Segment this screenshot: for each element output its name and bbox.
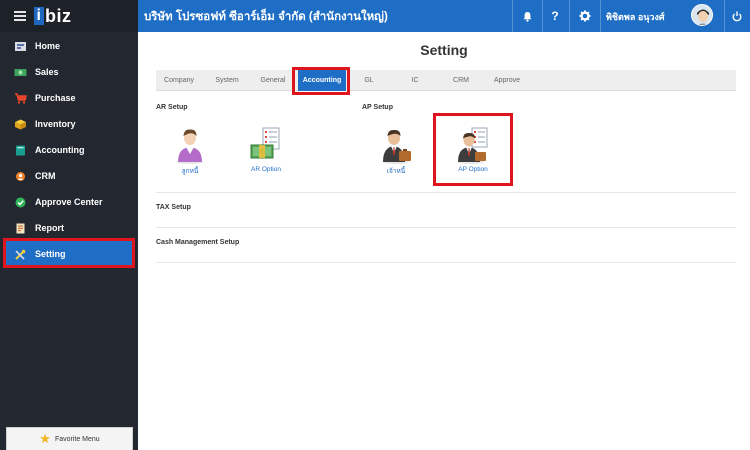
help-icon[interactable]: ? xyxy=(545,6,565,26)
sidebar-item-inventory[interactable]: Inventory xyxy=(0,111,138,137)
sales-icon xyxy=(14,67,27,78)
sidebar-menu: Home Sales Purchase Inventory Accounting… xyxy=(0,33,138,267)
favorite-menu-label: Favorite Menu xyxy=(54,435,100,443)
cart-icon xyxy=(14,92,27,104)
company-name[interactable]: บริษัท โปรซอฟท์ ซีอาร์เอ็ม จำกัด (สำนักง… xyxy=(144,8,388,26)
tile-label: AR Option xyxy=(251,166,281,173)
app-window: i biz Home Sales Purchase Inventory Acco… xyxy=(0,0,750,450)
sidebar-item-label: CRM xyxy=(35,171,56,181)
main-content: Setting Company System General Accountin… xyxy=(138,32,750,450)
sidebar-item-label: Purchase xyxy=(35,93,76,103)
ar-setup-title: AR Setup xyxy=(156,104,188,111)
sidebar-item-accounting[interactable]: Accounting xyxy=(0,137,138,163)
setting-highlight-frame xyxy=(3,238,135,268)
divider xyxy=(542,0,543,32)
home-icon xyxy=(14,41,27,52)
check-circle-icon xyxy=(14,197,27,208)
sidebar-item-sales[interactable]: Sales xyxy=(0,59,138,85)
report-icon xyxy=(14,223,27,234)
crm-icon xyxy=(14,171,27,182)
divider xyxy=(724,0,725,32)
tile-label: ลูกหนี้ xyxy=(181,168,199,175)
tab-general[interactable]: General xyxy=(250,70,296,91)
favorite-menu-button[interactable]: ★ Favorite Menu xyxy=(6,427,133,450)
page-title: Setting xyxy=(420,42,468,58)
tile-ar-option[interactable]: AR Option xyxy=(238,126,294,173)
sidebar-item-label: Accounting xyxy=(35,145,85,155)
tax-setup-title: TAX Setup xyxy=(156,204,191,211)
sidebar-item-approve-center[interactable]: Approve Center xyxy=(0,189,138,215)
divider xyxy=(600,0,601,32)
sidebar-item-label: Home xyxy=(35,41,61,51)
tile-label: เจ้าหนี้ xyxy=(386,168,406,175)
tab-ic[interactable]: IC xyxy=(392,70,438,91)
user-name[interactable]: พิชิตพล อนุวงศ์ xyxy=(606,10,665,24)
sidebar-item-label: Inventory xyxy=(35,119,76,129)
debtor-person-icon xyxy=(172,126,208,164)
sidebar-item-label: Approve Center xyxy=(35,197,103,207)
ibiz-logo[interactable]: i biz xyxy=(34,6,72,27)
sidebar-item-purchase[interactable]: Purchase xyxy=(0,85,138,111)
sidebar-item-label: Report xyxy=(35,223,64,233)
ap-setup-title: AP Setup xyxy=(362,104,393,111)
tile-debtor[interactable]: ลูกหนี้ xyxy=(162,126,218,176)
star-icon: ★ xyxy=(39,431,51,446)
tile-creditor[interactable]: เจ้าหนี้ xyxy=(368,126,424,176)
gear-icon[interactable] xyxy=(575,6,595,26)
money-checklist-icon xyxy=(248,126,284,164)
power-icon[interactable] xyxy=(727,6,747,26)
section-divider xyxy=(156,262,736,263)
bell-icon[interactable] xyxy=(517,6,537,26)
tab-approve[interactable]: Approve xyxy=(484,70,530,91)
tab-company[interactable]: Company xyxy=(156,70,202,91)
hamburger-icon[interactable] xyxy=(14,11,26,21)
tab-crm[interactable]: CRM xyxy=(438,70,484,91)
cash-management-setup-title: Cash Management Setup xyxy=(156,239,240,246)
box-icon xyxy=(14,119,27,130)
sidebar: i biz Home Sales Purchase Inventory Acco… xyxy=(0,0,138,450)
tab-system[interactable]: System xyxy=(204,70,250,91)
sidebar-item-label: Sales xyxy=(35,67,59,77)
sidebar-item-crm[interactable]: CRM xyxy=(0,163,138,189)
top-bar: บริษัท โปรซอฟท์ ซีอาร์เอ็ม จำกัด (สำนักง… xyxy=(138,0,750,32)
divider xyxy=(569,0,570,32)
accounting-tab-highlight-frame xyxy=(292,67,350,95)
section-divider xyxy=(156,227,736,228)
avatar[interactable] xyxy=(691,4,713,26)
creditor-businessman-icon xyxy=(378,126,414,164)
section-divider xyxy=(156,192,736,193)
brand-bar: i biz xyxy=(0,0,138,32)
divider xyxy=(512,0,513,32)
setting-tabs: Company System General Accounting GL IC … xyxy=(156,70,736,91)
tab-gl[interactable]: GL xyxy=(346,70,392,91)
sidebar-item-home[interactable]: Home xyxy=(0,33,138,59)
ap-option-highlight-frame xyxy=(433,113,513,186)
book-icon xyxy=(14,145,27,156)
